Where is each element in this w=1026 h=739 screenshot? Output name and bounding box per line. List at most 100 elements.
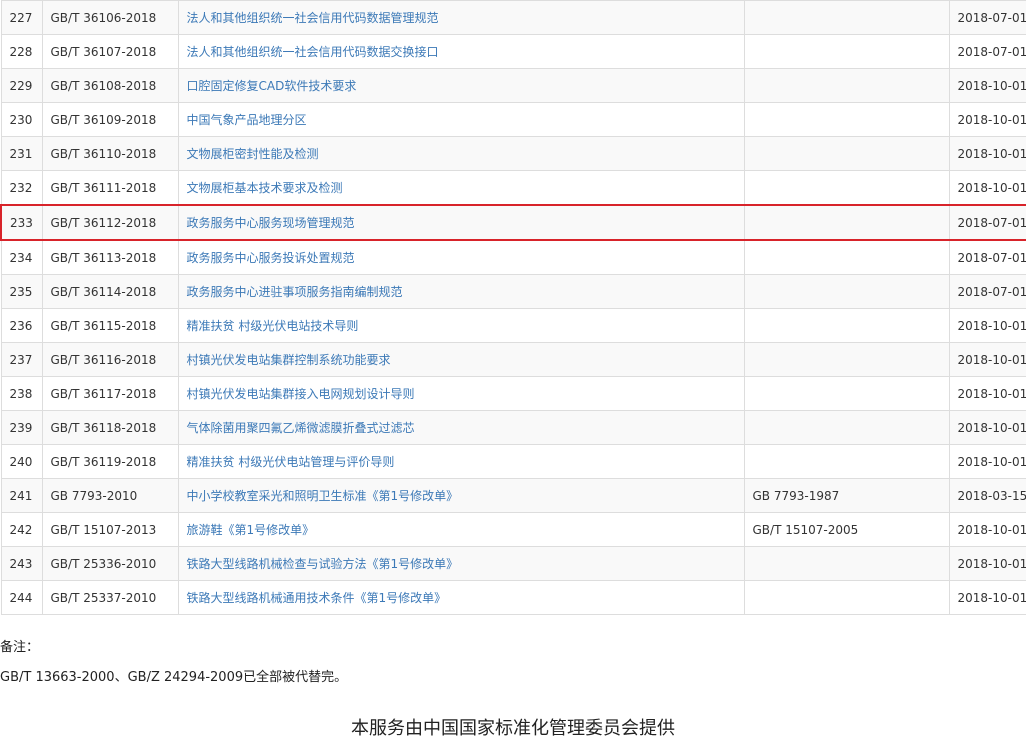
cell-standard-name-link[interactable]: 政务服务中心服务投诉处置规范 [177, 239, 745, 275]
cell-standard-code: GB/T 36111-2018 [41, 170, 179, 206]
table-row: 238 GB/T 36117-2018 村镇光伏发电站集群接入电网规划设计导则 201… [0, 376, 1026, 411]
cell-standard-name-link[interactable]: 精准扶贫 村级光伏电站技术导则 [177, 308, 745, 343]
cell-standard-code: GB/T 36117-2018 [41, 376, 179, 411]
notes-label: 备注： [0, 640, 40, 655]
cell-number: 240 [0, 444, 43, 479]
cell-standard-code: GB/T 36107-2018 [41, 34, 179, 69]
cell-implementation-date: 2018-10-01 [948, 308, 1026, 343]
cell-replaced-standard [743, 102, 950, 137]
cell-number: 229 [0, 68, 43, 103]
cell-standard-name-link[interactable]: 铁路大型线路机械检查与试验方法《第1号修改单》 [177, 546, 745, 581]
cell-implementation-date: 2018-10-01 [948, 444, 1026, 479]
cell-replaced-standard [743, 239, 950, 275]
cell-standard-code: GB/T 15107-2013 [41, 512, 179, 547]
cell-replaced-standard: GB 7793-1987 [743, 478, 950, 513]
cell-number: 242 [0, 512, 43, 547]
cell-standard-code: GB/T 36119-2018 [41, 444, 179, 479]
cell-standard-code: GB/T 36118-2018 [41, 410, 179, 445]
cell-number: 232 [0, 170, 43, 206]
cell-implementation-date: 2018-10-01 [948, 68, 1026, 103]
cell-replaced-standard [743, 546, 950, 581]
cell-number: 233 [0, 204, 43, 241]
cell-implementation-date: 2018-07-01 [948, 34, 1026, 69]
cell-standard-name-link[interactable]: 精准扶贫 村级光伏电站管理与评价导则 [177, 444, 745, 479]
cell-replaced-standard [743, 580, 950, 615]
table-row: 230 GB/T 36109-2018 中国气象产品地理分区 2018-10-01 [0, 102, 1026, 137]
cell-replaced-standard [743, 376, 950, 411]
cell-implementation-date: 2018-10-01 [948, 102, 1026, 137]
cell-implementation-date: 2018-07-01 [948, 239, 1026, 275]
cell-number: 236 [0, 308, 43, 343]
cell-standard-name-link[interactable]: 中小学校教室采光和照明卫生标准《第1号修改单》 [177, 478, 745, 513]
table-row: 239 GB/T 36118-2018 气体除菌用聚四氟乙烯微滤膜折叠式过滤芯 201… [0, 410, 1026, 445]
cell-implementation-date: 2018-10-01 [948, 546, 1026, 581]
cell-implementation-date: 2018-03-15 [948, 478, 1026, 513]
cell-implementation-date: 2018-10-01 [948, 170, 1026, 206]
table-row: 241 GB 7793-2010 中小学校教室采光和照明卫生标准《第1号修改单》 GB… [0, 478, 1026, 513]
table-row: 242 GB/T 15107-2013 旅游鞋《第1号修改单》 GB/T 15107-… [0, 512, 1026, 547]
cell-standard-name-link[interactable]: 口腔固定修复CAD软件技术要求 [177, 68, 745, 103]
cell-standard-name-link[interactable]: 中国气象产品地理分区 [177, 102, 745, 137]
cell-replaced-standard: GB/T 15107-2005 [743, 512, 950, 547]
cell-number: 228 [0, 34, 43, 69]
cell-implementation-date: 2018-10-01 [948, 136, 1026, 171]
cell-number: 239 [0, 410, 43, 445]
cell-standard-name-link[interactable]: 政务服务中心进驻事项服务指南编制规范 [177, 274, 745, 309]
cell-standard-code: GB/T 36109-2018 [41, 102, 179, 137]
table-row: 232 GB/T 36111-2018 文物展柜基本技术要求及检测 2018-10-0… [0, 170, 1026, 206]
cell-implementation-date: 2018-07-01 [948, 204, 1026, 241]
cell-standard-code: GB/T 25337-2010 [41, 580, 179, 615]
cell-replaced-standard [743, 204, 950, 241]
table-row: 227 GB/T 36106-2018 法人和其他组织统一社会信用代码数据管理规范 2… [0, 0, 1026, 35]
cell-replaced-standard [743, 34, 950, 69]
cell-standard-name-link[interactable]: 文物展柜密封性能及检测 [177, 136, 745, 171]
cell-replaced-standard [743, 410, 950, 445]
cell-number: 230 [0, 102, 43, 137]
cell-standard-name-link[interactable]: 村镇光伏发电站集群接入电网规划设计导则 [177, 376, 745, 411]
table-row: 228 GB/T 36107-2018 法人和其他组织统一社会信用代码数据交换接口 2… [0, 34, 1026, 69]
cell-standard-name-link[interactable]: 村镇光伏发电站集群控制系统功能要求 [177, 342, 745, 377]
cell-replaced-standard [743, 170, 950, 206]
table-row-highlighted: 233 GB/T 36112-2018 政务服务中心服务现场管理规范 2018-07-… [0, 204, 1026, 241]
cell-replaced-standard [743, 274, 950, 309]
table-row: 240 GB/T 36119-2018 精准扶贫 村级光伏电站管理与评价导则 2018… [0, 444, 1026, 479]
cell-standard-code: GB/T 36113-2018 [41, 239, 179, 275]
cell-number: 241 [0, 478, 43, 513]
page: 227 GB/T 36106-2018 法人和其他组织统一社会信用代码数据管理规范 2… [0, 0, 1026, 739]
cell-standard-code: GB/T 36115-2018 [41, 308, 179, 343]
cell-standard-name-link[interactable]: 政务服务中心服务现场管理规范 [177, 204, 745, 241]
cell-standard-name-link[interactable]: 铁路大型线路机械通用技术条件《第1号修改单》 [177, 580, 745, 615]
notes-text: GB/T 13663-2000、GB/Z 24294-2009已全部被代替完。 [0, 670, 348, 685]
table-row: 243 GB/T 25336-2010 铁路大型线路机械检查与试验方法《第1号修改单… [0, 546, 1026, 581]
cell-standard-name-link[interactable]: 法人和其他组织统一社会信用代码数据管理规范 [177, 0, 745, 35]
cell-implementation-date: 2018-10-01 [948, 376, 1026, 411]
cell-implementation-date: 2018-07-01 [948, 0, 1026, 35]
cell-implementation-date: 2018-10-01 [948, 512, 1026, 547]
cell-replaced-standard [743, 342, 950, 377]
cell-standard-code: GB/T 36112-2018 [41, 204, 179, 241]
cell-number: 244 [0, 580, 43, 615]
cell-standard-name-link[interactable]: 气体除菌用聚四氟乙烯微滤膜折叠式过滤芯 [177, 410, 745, 445]
cell-standard-name-link[interactable]: 法人和其他组织统一社会信用代码数据交换接口 [177, 34, 745, 69]
cell-replaced-standard [743, 0, 950, 35]
table-row: 235 GB/T 36114-2018 政务服务中心进驻事项服务指南编制规范 2018… [0, 274, 1026, 309]
cell-standard-name-link[interactable]: 旅游鞋《第1号修改单》 [177, 512, 745, 547]
cell-replaced-standard [743, 136, 950, 171]
cell-implementation-date: 2018-10-01 [948, 580, 1026, 615]
cell-standard-name-link[interactable]: 文物展柜基本技术要求及检测 [177, 170, 745, 206]
cell-standard-code: GB/T 36106-2018 [41, 0, 179, 35]
cell-implementation-date: 2018-10-01 [948, 342, 1026, 377]
footer-text: 本服务由中国国家标准化管理委员会提供 [351, 718, 675, 739]
cell-number: 234 [0, 239, 43, 275]
cell-number: 235 [0, 274, 43, 309]
cell-number: 243 [0, 546, 43, 581]
table-row: 244 GB/T 25337-2010 铁路大型线路机械通用技术条件《第1号修改单》… [0, 580, 1026, 615]
cell-number: 231 [0, 136, 43, 171]
table-row: 234 GB/T 36113-2018 政务服务中心服务投诉处置规范 2018-07-… [0, 239, 1026, 275]
cell-standard-code: GB/T 36116-2018 [41, 342, 179, 377]
cell-implementation-date: 2018-07-01 [948, 274, 1026, 309]
cell-replaced-standard [743, 308, 950, 343]
table-row: 231 GB/T 36110-2018 文物展柜密封性能及检测 2018-10-01 [0, 136, 1026, 171]
standards-table-body: 227 GB/T 36106-2018 法人和其他组织统一社会信用代码数据管理规范 2… [0, 0, 1026, 615]
cell-number: 237 [0, 342, 43, 377]
